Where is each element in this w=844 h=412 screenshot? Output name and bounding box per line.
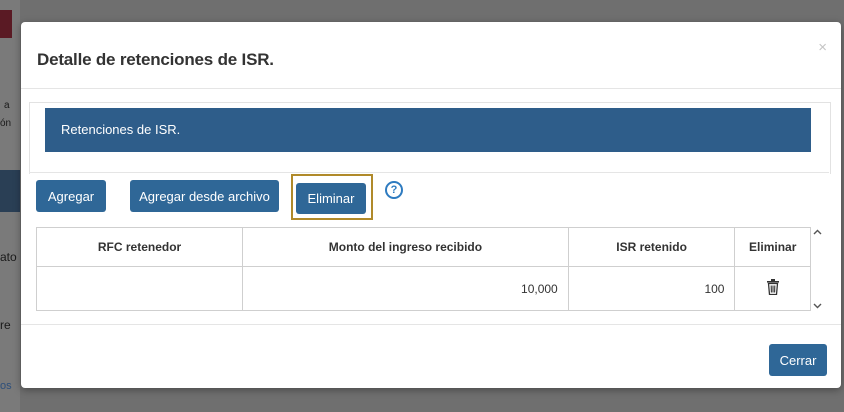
footer-divider bbox=[21, 324, 841, 325]
scroll-up-icon[interactable] bbox=[813, 229, 822, 235]
header-rfc-retenedor: RFC retenedor bbox=[37, 228, 244, 267]
background-text: re bbox=[0, 318, 11, 332]
header-isr-retenido: ISR retenido bbox=[568, 228, 736, 267]
table-scrollbar[interactable] bbox=[811, 227, 825, 311]
retenciones-modal: Detalle de retenciones de ISR. × Retenci… bbox=[21, 22, 841, 388]
table-row[interactable]: 10,000 100 bbox=[37, 266, 810, 311]
cell-isr[interactable]: 100 bbox=[568, 266, 736, 310]
agregar-button[interactable]: Agregar bbox=[36, 180, 106, 212]
cerrar-button[interactable]: Cerrar bbox=[769, 344, 827, 376]
background-bar bbox=[0, 170, 20, 212]
help-icon[interactable]: ? bbox=[385, 181, 403, 199]
panel-heading-title: Retenciones de ISR. bbox=[61, 122, 181, 137]
cell-monto[interactable]: 10,000 bbox=[242, 266, 569, 310]
panel-heading: Retenciones de ISR. bbox=[45, 108, 811, 152]
trash-icon[interactable] bbox=[766, 279, 780, 296]
table-header-row: RFC retenedor Monto del ingreso recibido… bbox=[37, 228, 810, 267]
header-divider bbox=[21, 88, 841, 89]
background-text: ón bbox=[0, 118, 12, 129]
panel-divider bbox=[29, 172, 829, 173]
header-monto-ingreso: Monto del ingreso recibido bbox=[242, 228, 569, 267]
cell-rfc[interactable] bbox=[37, 266, 244, 310]
background-logo bbox=[0, 10, 12, 38]
background-text: ato bbox=[0, 250, 17, 264]
close-icon[interactable]: × bbox=[818, 39, 827, 56]
modal-title: Detalle de retenciones de ISR. bbox=[37, 50, 274, 69]
agregar-desde-archivo-button[interactable]: Agregar desde archivo bbox=[130, 180, 279, 212]
header-eliminar: Eliminar bbox=[734, 228, 810, 267]
background-text: a bbox=[4, 100, 10, 111]
delete-row-cell[interactable] bbox=[735, 267, 810, 311]
eliminar-button[interactable]: Eliminar bbox=[296, 183, 366, 214]
scroll-down-icon[interactable] bbox=[813, 303, 822, 309]
retenciones-table: RFC retenedor Monto del ingreso recibido… bbox=[36, 227, 811, 311]
background-link: os bbox=[0, 380, 12, 392]
